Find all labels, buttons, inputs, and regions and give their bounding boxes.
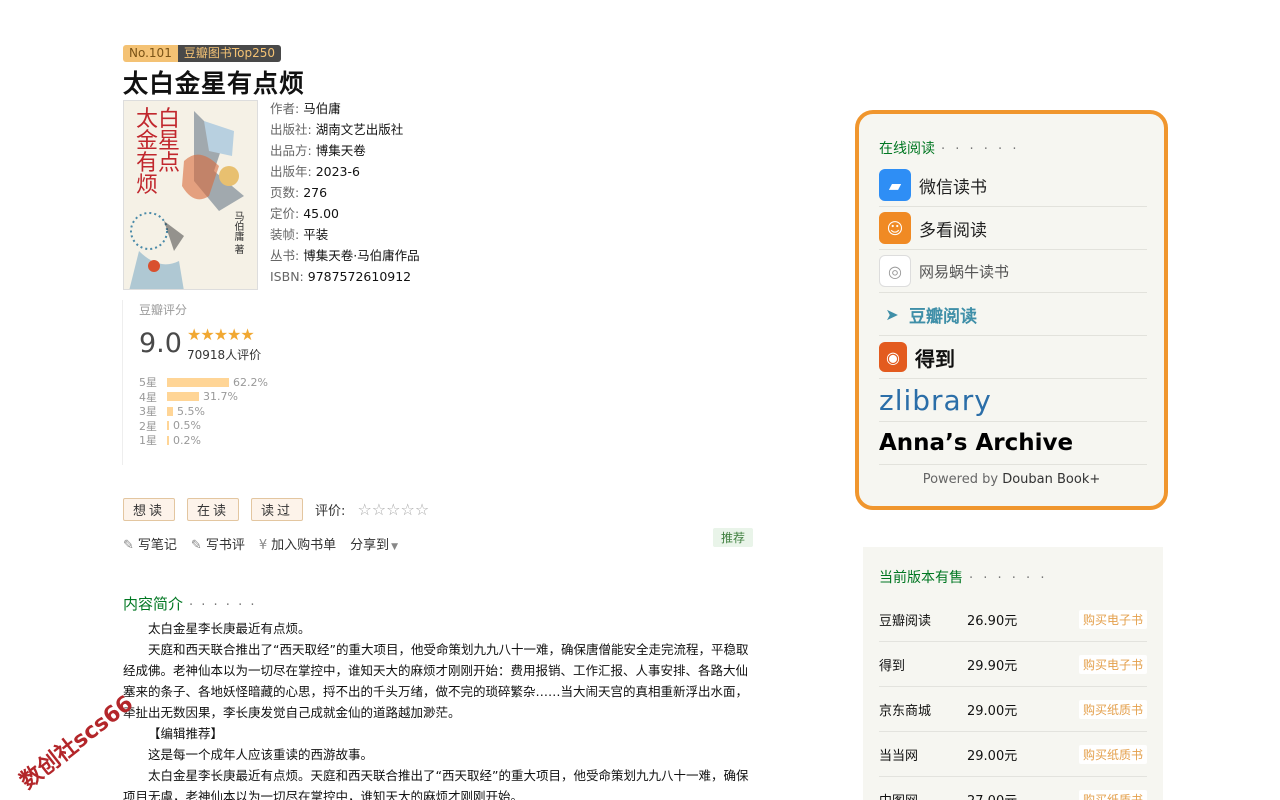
book-info: 作者: 马伯庸 出版社: 湖南文艺出版社 出品方: 博集天卷 出版年: 2023… (270, 98, 420, 287)
owl-icon: ◉ (879, 342, 907, 372)
dist-row: 4星 31.7% (139, 390, 238, 404)
dist-bar (167, 406, 173, 416)
cover-title: 太白金星有点烦 (136, 107, 181, 198)
platform-wangyi[interactable]: ◎ 网易蜗牛读书 (879, 250, 1147, 293)
shop-row: 豆瓣阅读 26.90元 购买电子书 (879, 597, 1147, 642)
action-links: ✎ 写笔记 ✎ 写书评 ¥ 加入购书单 分享到 ▼ (123, 534, 402, 553)
duokan-icon: ☺ (879, 212, 911, 244)
rating-distribution: 5星 62.2% 4星 31.7% 3星 5.5% 2星 0.5% 1星 0.2% (139, 375, 268, 448)
info-producer: 出品方: 博集天卷 (270, 143, 366, 158)
platform-annas-archive[interactable]: Anna’s Archive (879, 422, 1147, 465)
buy-button[interactable]: 购买电子书 (1078, 609, 1147, 629)
dist-row: 1星 0.2% (139, 433, 201, 448)
series-link[interactable]: 博集天卷·马伯庸作品 (303, 248, 419, 263)
platform-zlibrary[interactable]: zlibrary (879, 379, 1147, 422)
shop-row: 京东商城 29.00元 购买纸质书 (879, 687, 1147, 732)
publisher-link[interactable]: 湖南文艺出版社 (316, 122, 404, 137)
store-name[interactable]: 当当网 (879, 745, 967, 764)
weixin-read-icon: ▰ (879, 169, 911, 201)
dist-bar (167, 435, 169, 445)
intro-heading: 内容简介 · · · · · · (123, 595, 257, 613)
dist-row: 3星 5.5% (139, 404, 205, 419)
powered-by: Powered by Douban Book+ (922, 472, 1101, 487)
shop-heading: 当前版本有售 · · · · · · (879, 570, 1048, 586)
buy-button[interactable]: 购买纸质书 (1078, 699, 1147, 719)
store-price: 27.00元 (967, 790, 1077, 800)
store-price: 29.90元 (967, 658, 1018, 674)
rank-label: 豆瓣图书Top250 (177, 45, 281, 62)
online-reading-panel: 在线阅读 · · · · · · ▰ 微信读书 ☺ 多看阅读 ◎ 网易蜗牛读书 ➤… (855, 110, 1168, 510)
dist-row: 5星 62.2% (139, 375, 268, 390)
dist-row: 2星 0.5% (139, 419, 201, 433)
online-heading: 在线阅读 · · · · · · (879, 141, 1020, 157)
want-read-button[interactable]: 想读 (123, 498, 176, 521)
info-binding: 装帧: 平装 (270, 227, 329, 242)
store-name[interactable]: 豆瓣阅读 (879, 610, 967, 629)
platform-duokan[interactable]: ☺ 多看阅读 (879, 207, 1147, 250)
buy-button[interactable]: 购买纸质书 (1078, 744, 1147, 764)
rating-count[interactable]: 70918人评价 (187, 346, 261, 363)
dist-bar (167, 392, 199, 402)
store-price: 29.00元 (967, 703, 1018, 719)
reading-status-bar: 想读 在读 读过 评价: ☆☆☆☆☆ (123, 498, 429, 521)
add-cart-link[interactable]: ¥ 加入购书单 (259, 534, 336, 553)
info-series: 丛书: 博集天卷·马伯庸作品 (270, 248, 420, 263)
pencil-icon: ✎ (123, 538, 134, 553)
rank-number: No.101 (123, 45, 178, 62)
info-year: 出版年: 2023-6 (270, 164, 360, 179)
buy-button[interactable]: 购买电子书 (1078, 654, 1147, 674)
rating-label: 豆瓣评分 (139, 303, 188, 317)
write-review-link[interactable]: ✎ 写书评 (191, 534, 245, 553)
watermark: 数创社scs66 (15, 691, 139, 795)
store-name[interactable]: 中图网 (879, 790, 967, 800)
douban-book-plus-link[interactable]: Douban Book+ (1002, 472, 1100, 487)
author-link[interactable]: 马伯庸 (303, 101, 341, 116)
rating-panel: 豆瓣评分 9.0 ★★★★★ 70918人评价 5星 62.2% 4星 31.7% … (122, 300, 282, 465)
top250-badge[interactable]: No.101 豆瓣图书Top250 (123, 45, 281, 62)
rate-stars-input[interactable]: ☆☆☆☆☆ (357, 500, 429, 519)
info-price: 定价: 45.00 (270, 206, 339, 221)
book-cover[interactable]: 太白金星有点烦 马伯庸 著 (123, 100, 258, 290)
share-dropdown[interactable]: 分享到 ▼ (350, 534, 402, 553)
rate-label: 评价: (315, 504, 346, 519)
buy-panel: 当前版本有售 · · · · · · 豆瓣阅读 26.90元 购买电子书 得到 2… (863, 547, 1163, 800)
platform-dedao[interactable]: ◉ 得到 (879, 336, 1147, 379)
shop-row: 得到 29.90元 购买电子书 (879, 642, 1147, 687)
rating-score: 9.0 (139, 328, 182, 359)
store-price: 26.90元 (967, 613, 1018, 629)
store-price: 29.00元 (967, 748, 1018, 764)
shop-row: 当当网 29.00元 购买纸质书 (879, 732, 1147, 777)
shop-row: 中图网 27.00元 购买纸质书 (879, 777, 1147, 800)
intro-text: 太白金星李长庚最近有点烦。 天庭和西天联合推出了“西天取经”的重大项目，他受命策… (123, 621, 749, 800)
info-author: 作者: 马伯庸 (270, 101, 341, 116)
reading-button[interactable]: 在读 (187, 498, 240, 521)
platform-douban-read[interactable]: ➤ 豆瓣阅读 (879, 293, 1147, 336)
info-publisher: 出版社: 湖南文艺出版社 (270, 122, 404, 137)
store-name[interactable]: 京东商城 (879, 700, 967, 719)
platform-weixin[interactable]: ▰ 微信读书 (879, 164, 1147, 207)
info-isbn: ISBN: 9787572610912 (270, 269, 412, 284)
bird-icon: ➤ (885, 304, 899, 324)
pencil-icon: ✎ (190, 538, 202, 553)
buy-button[interactable]: 购买纸质书 (1078, 789, 1147, 800)
dist-bar (167, 421, 169, 431)
snail-icon: ◎ (879, 255, 911, 287)
cover-author: 马伯庸 著 (232, 211, 243, 255)
rating-stars-icon: ★★★★★ (187, 325, 255, 344)
chevron-down-icon: ▼ (391, 542, 399, 552)
store-name[interactable]: 得到 (879, 655, 967, 674)
book-title: 太白金星有点烦 (123, 69, 306, 98)
recommend-button[interactable]: 推荐 (713, 528, 754, 547)
write-note-link[interactable]: ✎ 写笔记 (123, 534, 177, 553)
dist-bar (167, 377, 229, 387)
info-pages: 页数: 276 (270, 185, 328, 200)
have-read-button[interactable]: 读过 (251, 498, 304, 521)
yen-icon: ¥ (258, 538, 268, 553)
producer-link[interactable]: 博集天卷 (316, 143, 366, 158)
